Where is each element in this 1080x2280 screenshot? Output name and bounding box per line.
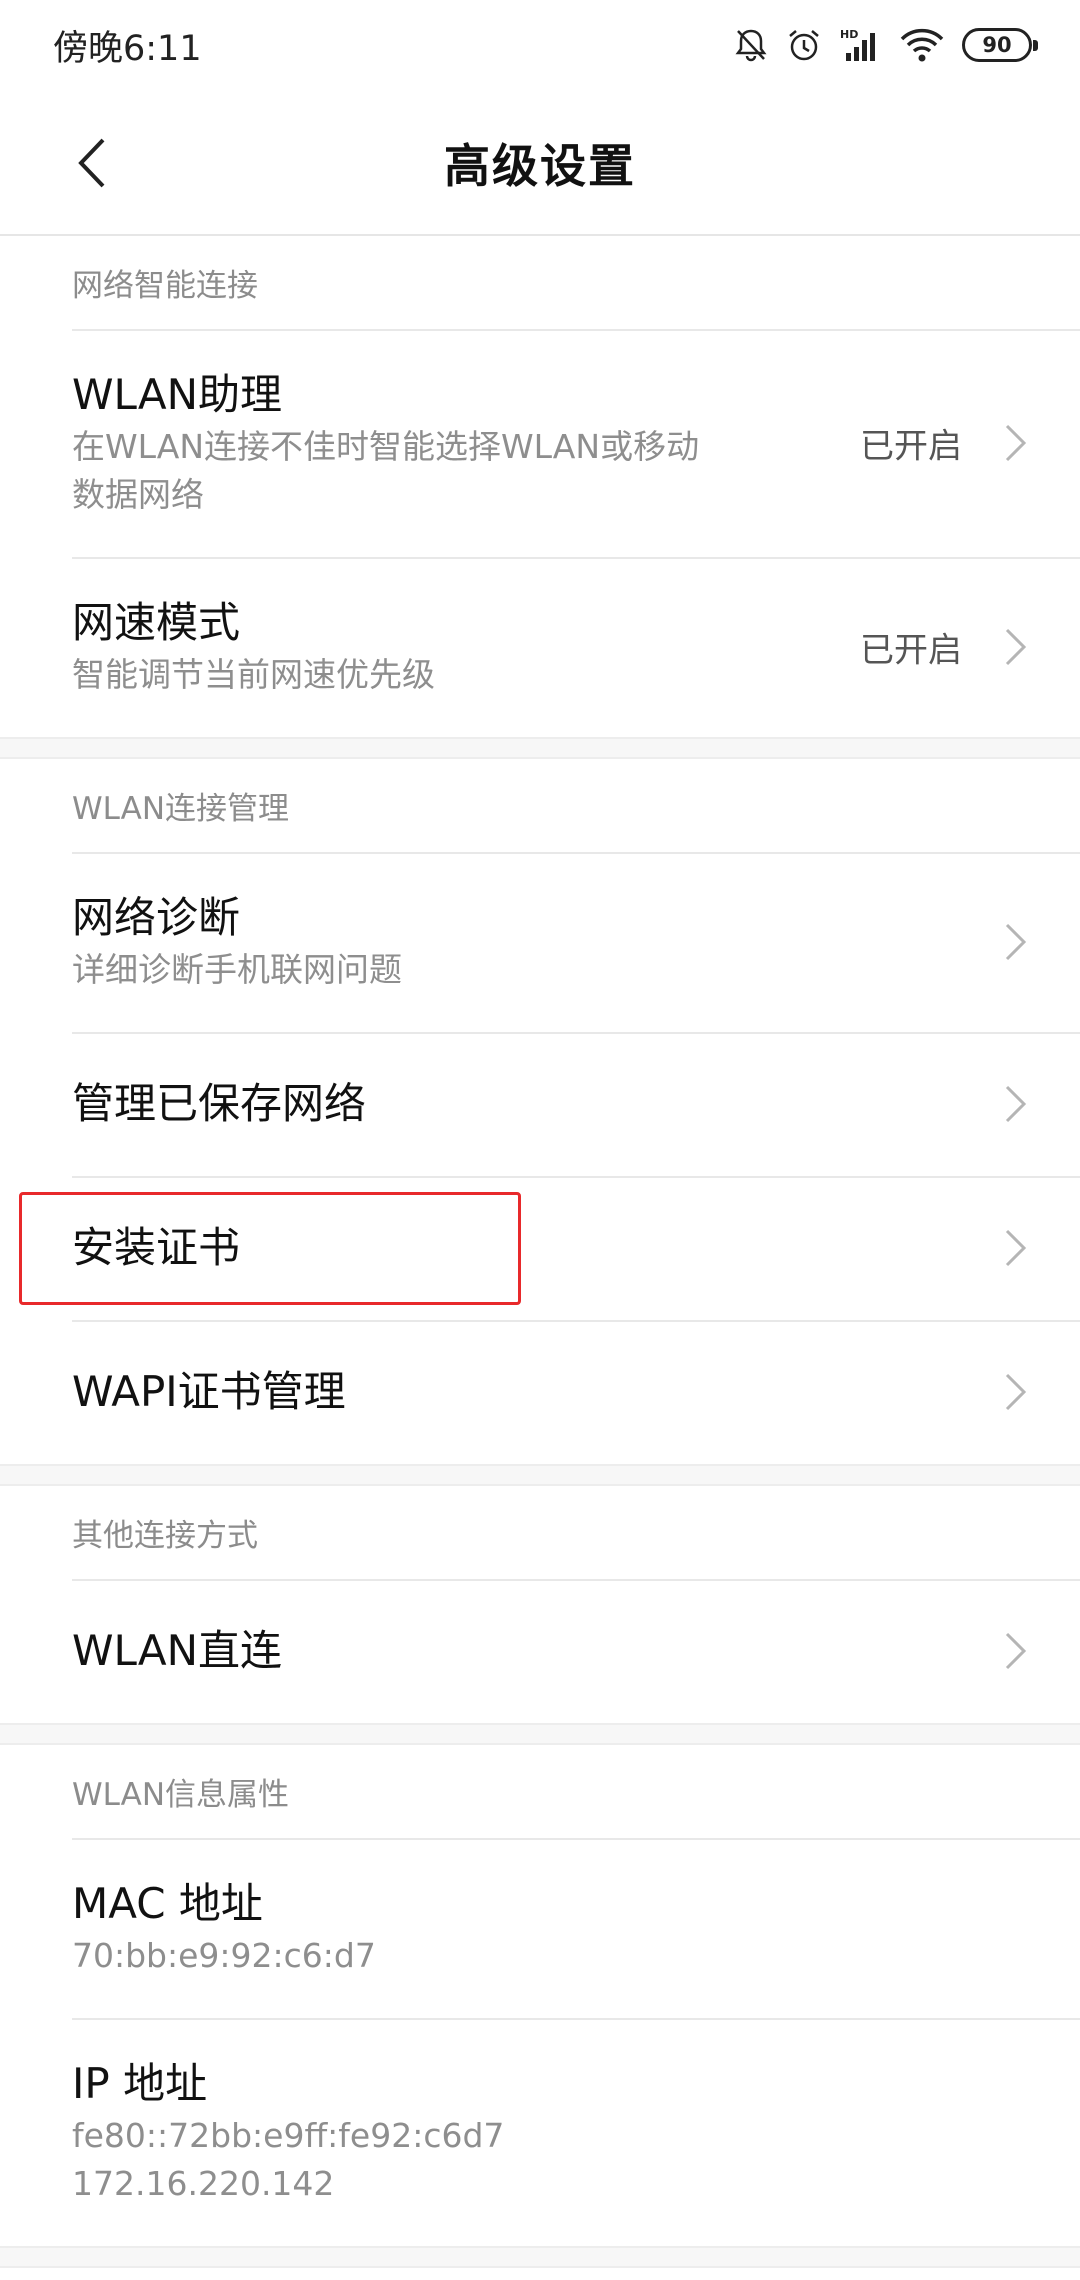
item-subtitle: 70:bb:e9:92:c6:d7 — [72, 1936, 376, 1975]
chevron-left-icon — [78, 138, 105, 188]
section-gap — [0, 2246, 1080, 2268]
status-bar: 傍晚6:11 HD 90 — [0, 0, 1080, 90]
item-title: 安装证书 — [72, 1223, 241, 1272]
chevron-right-icon — [1005, 923, 1027, 961]
divider — [72, 1838, 1080, 1840]
section-header-wlan-manage: WLAN连接管理 — [72, 791, 290, 827]
list-item-wapi-certificate[interactable]: WAPI证书管理 — [0, 1320, 1080, 1464]
chevron-right-icon — [1005, 1632, 1027, 1670]
settings-list: 网络智能连接 WLAN助理 在WLAN连接不佳时智能选择WLAN或移动数据网络 … — [0, 234, 1080, 2268]
hd-signal-icon: HD — [840, 27, 882, 63]
list-item-saved-networks[interactable]: 管理已保存网络 — [0, 1032, 1080, 1176]
item-title: WLAN助理 — [72, 370, 283, 419]
divider — [72, 557, 1080, 559]
battery-level: 90 — [982, 33, 1012, 57]
item-title: WLAN直连 — [72, 1626, 283, 1675]
section-header-wlan-info: WLAN信息属性 — [72, 1777, 290, 1813]
back-button[interactable] — [62, 128, 122, 198]
section-header-other-connections: 其他连接方式 — [72, 1518, 258, 1554]
alarm-icon — [786, 27, 822, 63]
page-title: 高级设置 — [444, 138, 636, 193]
item-title: MAC 地址 — [72, 1879, 263, 1928]
battery-icon: 90 — [962, 28, 1038, 62]
wifi-icon — [900, 28, 944, 62]
status-icons: HD 90 — [734, 27, 1038, 63]
status-time: 傍晚6:11 — [53, 28, 202, 69]
divider — [72, 2018, 1080, 2020]
chevron-right-icon — [1005, 628, 1027, 666]
list-item-install-certificate[interactable]: 安装证书 — [0, 1176, 1080, 1320]
item-title: 管理已保存网络 — [72, 1079, 367, 1128]
chevron-right-icon — [1005, 1229, 1027, 1267]
list-item-wlan-direct[interactable]: WLAN直连 — [0, 1579, 1080, 1723]
section-gap — [0, 737, 1080, 759]
chevron-right-icon — [1005, 1373, 1027, 1411]
divider — [72, 1032, 1080, 1034]
divider — [72, 1579, 1080, 1581]
list-item-wlan-assistant[interactable]: WLAN助理 在WLAN连接不佳时智能选择WLAN或移动数据网络 已开启 — [0, 329, 1080, 557]
item-subtitle: fe80::72bb:e9ff:fe92:c6d7 — [72, 2116, 505, 2155]
title-bar: 高级设置 — [0, 90, 1080, 235]
list-item-mac-address: MAC 地址 70:bb:e9:92:c6:d7 — [0, 1838, 1080, 2018]
section-gap — [0, 1464, 1080, 1486]
status-value: 已开启 — [860, 630, 962, 671]
status-value: 已开启 — [860, 426, 962, 467]
item-title: WAPI证书管理 — [72, 1367, 346, 1416]
list-item-ip-address: IP 地址 fe80::72bb:e9ff:fe92:c6d7 172.16.2… — [0, 2018, 1080, 2246]
section-header-smart-connect: 网络智能连接 — [72, 268, 258, 304]
item-title: 网速模式 — [72, 598, 241, 647]
list-item-network-diagnosis[interactable]: 网络诊断 详细诊断手机联网问题 — [0, 852, 1080, 1032]
chevron-right-icon — [1005, 1085, 1027, 1123]
item-subtitle: 智能调节当前网速优先级 — [72, 655, 435, 694]
item-subtitle-2: 172.16.220.142 — [72, 2164, 335, 2203]
section-gap — [0, 1723, 1080, 1745]
divider — [72, 1176, 1080, 1178]
divider — [72, 1320, 1080, 1322]
divider — [72, 852, 1080, 854]
item-title: IP 地址 — [72, 2059, 208, 2108]
item-subtitle: 详细诊断手机联网问题 — [72, 950, 402, 989]
svg-text:HD: HD — [840, 28, 858, 41]
mute-bell-icon — [734, 27, 768, 63]
item-title: 网络诊断 — [72, 893, 241, 942]
divider — [72, 329, 1080, 331]
item-subtitle: 在WLAN连接不佳时智能选择WLAN或移动数据网络 — [72, 427, 700, 514]
list-item-speed-mode[interactable]: 网速模式 智能调节当前网速优先级 已开启 — [0, 557, 1080, 737]
chevron-right-icon — [1005, 424, 1027, 462]
